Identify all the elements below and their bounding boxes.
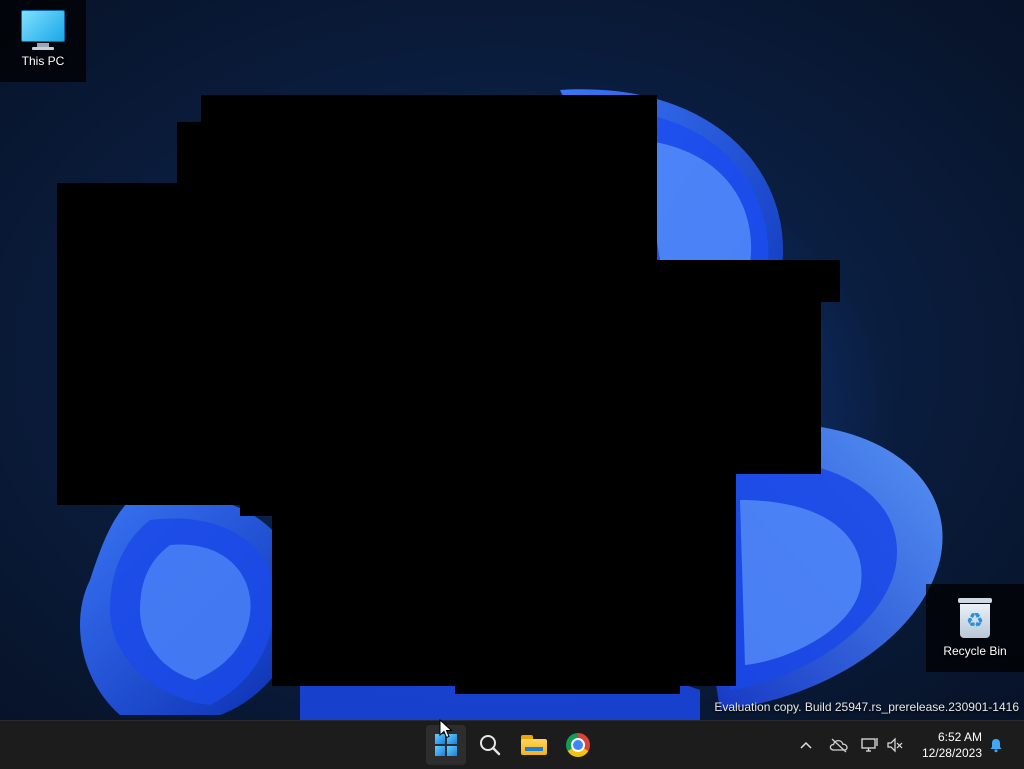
onedrive-offline-icon[interactable] <box>828 733 850 757</box>
recycle-bin-label: Recycle Bin <box>943 644 1007 658</box>
recycle-bin-desktop-icon[interactable]: ♻ Recycle Bin <box>926 584 1024 672</box>
notification-bell-icon[interactable] <box>986 733 1006 757</box>
this-pc-desktop-icon[interactable]: This PC <box>0 0 86 82</box>
taskbar: 6:52 AM 12/28/2023 <box>0 720 1024 769</box>
search-icon <box>480 735 501 756</box>
clock-time: 6:52 AM <box>937 730 982 744</box>
redacted-region <box>57 260 840 302</box>
redacted-region <box>57 183 657 263</box>
redacted-region <box>57 472 736 505</box>
evaluation-watermark: Evaluation copy. Build 25947.rs_prerelea… <box>714 700 1019 714</box>
monitor-icon <box>21 10 65 50</box>
redacted-region <box>57 300 821 474</box>
recycle-bin-icon: ♻ <box>958 598 992 640</box>
this-pc-label: This PC <box>21 54 65 68</box>
chrome-button[interactable] <box>558 725 598 765</box>
clock[interactable]: 6:52 AM 12/28/2023 <box>922 729 982 761</box>
search-button[interactable] <box>470 725 510 765</box>
chevron-up-icon[interactable] <box>796 733 816 757</box>
folder-icon <box>521 735 547 755</box>
network-icon[interactable] <box>860 733 880 757</box>
chrome-icon <box>566 733 590 757</box>
desktop: This PC ♻ Recycle Bin Evaluation copy. B… <box>0 0 1024 720</box>
redacted-region <box>272 514 736 686</box>
volume-muted-icon[interactable] <box>885 733 905 757</box>
clock-date: 12/28/2023 <box>921 746 982 760</box>
file-explorer-button[interactable] <box>514 725 554 765</box>
mouse-cursor-icon <box>439 719 453 739</box>
redacted-region <box>201 95 657 123</box>
redacted-region <box>455 684 680 694</box>
redacted-region <box>177 122 657 184</box>
